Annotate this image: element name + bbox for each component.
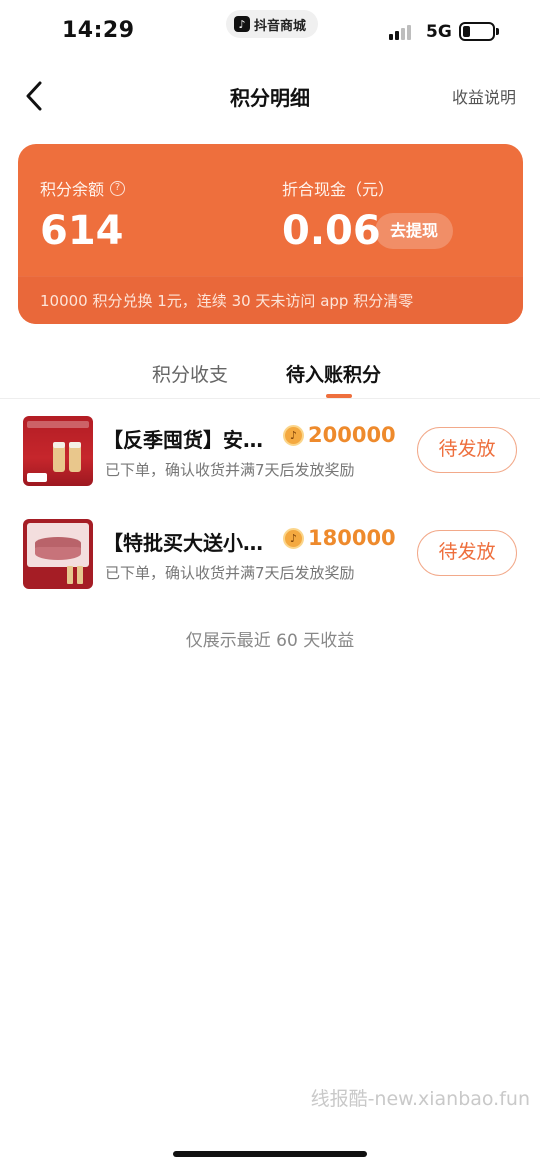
cash-balance: 折合现金（元） 0.06 [282,176,394,254]
watermark: 线报酷-new.xianbao.fun [310,1088,530,1110]
product-thumbnail [23,416,93,486]
divider [0,398,540,399]
battery-fill [463,26,470,37]
earnings-info-link[interactable]: 收益说明 [452,84,516,108]
status-bar: 14:29 ♪ 抖音商城 5G [0,0,540,64]
coin-icon: ♪ [283,425,304,446]
points-balance: 积分余额 ? 614 [40,176,126,254]
item-title: 【反季囤货】安… [103,428,263,452]
coin-icon: ♪ [283,528,304,549]
cash-label: 折合现金（元） [282,180,395,199]
network-type: 5G [426,22,452,42]
product-thumbnail [23,519,93,589]
status-time: 14:29 [62,18,135,43]
balance-card: 积分余额 ? 614 折合现金（元） 0.06 去提现 10000 积分兑换 1… [18,144,523,324]
item-points: 180000 [308,526,396,550]
tab-pending-points[interactable]: 待入账积分 [286,360,381,387]
item-points: 200000 [308,423,396,447]
points-label: 积分余额 [40,180,105,199]
battery-tip [496,28,499,35]
item-desc: 已下单，确认收货并满7天后发放奖励 [105,461,355,479]
list-footer-note: 仅展示最近 60 天收益 [185,631,355,651]
list-item[interactable]: 【反季囤货】安… ♪ 200000 已下单，确认收货并满7天后发放奖励 待发放 [0,413,540,493]
status-badge[interactable]: 待发放 [417,530,517,576]
help-icon[interactable]: ? [110,180,126,196]
item-desc: 已下单，确认收货并满7天后发放奖励 [105,564,355,582]
douyin-icon: ♪ [234,16,250,32]
tab-bar: 积分收支 待入账积分 [0,352,540,398]
points-value: 614 [40,208,124,254]
status-badge[interactable]: 待发放 [417,427,517,473]
battery-icon [459,22,495,41]
nav-bar: 积分明细 收益说明 [0,64,540,128]
item-title: 【特批买大送小… [103,531,263,555]
app-pill[interactable]: ♪ 抖音商城 [226,10,319,38]
app-pill-label: 抖音商城 [254,18,307,34]
signal-icon [389,24,411,40]
tab-points-history[interactable]: 积分收支 [152,360,228,387]
list-item[interactable]: 【特批买大送小… ♪ 180000 已下单，确认收货并满7天后发放奖励 待发放 [0,516,540,596]
withdraw-button[interactable]: 去提现 [375,213,454,249]
home-indicator[interactable] [173,1151,367,1157]
exchange-rule-note: 10000 积分兑换 1元，连续 30 天未访问 app 积分清零 [18,276,523,324]
